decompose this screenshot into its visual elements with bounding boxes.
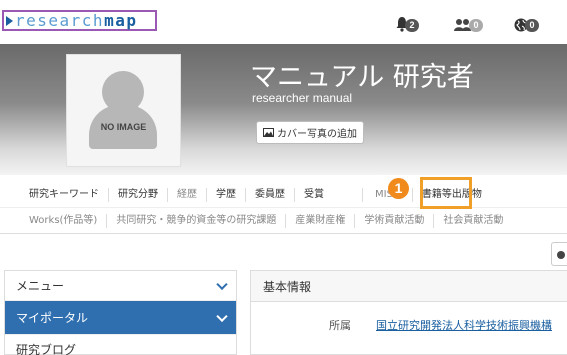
logo-text: researchmap [15, 10, 138, 30]
top-bar: researchmap 2 0 0 [0, 0, 567, 44]
tab-awards[interactable]: 受賞 [295, 187, 363, 202]
misc-highlight-box [420, 177, 472, 209]
image-icon [263, 128, 274, 137]
tab-research-areas[interactable]: 研究分野 [109, 187, 168, 202]
notification-count-badge: 2 [405, 19, 419, 32]
sidebar-item-label: 研究ブログ [16, 343, 77, 355]
affiliation-label: 所属 [329, 319, 351, 332]
add-cover-photo-label: カバー写真の追加 [277, 129, 357, 140]
tab-works[interactable]: Works(作品等) [20, 213, 108, 228]
panel-title: 基本情報 [251, 271, 567, 302]
avatar[interactable]: NO IMAGE [66, 54, 181, 167]
settings-button[interactable] [551, 242, 567, 266]
gear-icon [557, 251, 565, 259]
basic-info-panel: 基本情報 所属 国立研究開発法人科学技術振興機構 [250, 270, 567, 355]
sidebar-item-label: マイポータル [16, 311, 89, 325]
tab-patents[interactable]: 産業財産権 [286, 213, 356, 228]
globe-notification-button[interactable]: 0 [514, 12, 539, 32]
avatar-no-image-label: NO IMAGE [100, 122, 147, 132]
sidebar-item-menu[interactable]: メニュー [5, 271, 236, 301]
add-cover-photo-button[interactable]: カバー写真の追加 [256, 121, 364, 144]
affiliation-link[interactable]: 国立研究開発法人科学技術振興機構 [376, 317, 552, 333]
tab-social-contribution[interactable]: 社会貢献活動 [434, 214, 512, 228]
tab-committee[interactable]: 委員歴 [246, 187, 295, 202]
researchmap-logo[interactable]: researchmap [2, 10, 157, 31]
sidebar-item-my-portal[interactable]: マイポータル [5, 301, 236, 335]
connection-requests-button[interactable]: 0 [454, 12, 483, 32]
sidebar-item-label: メニュー [16, 279, 65, 293]
tab-career[interactable]: 経歴 [168, 187, 207, 202]
connection-count-badge: 0 [469, 19, 483, 32]
tab-education[interactable]: 学歴 [207, 187, 246, 202]
tab-academic-contribution[interactable]: 学術貢献活動 [355, 213, 435, 228]
tabs-bottom-border [0, 233, 567, 234]
researcher-name-en: researcher manual [252, 91, 353, 105]
notification-bell-button[interactable]: 2 [396, 12, 419, 32]
chevron-down-icon [216, 278, 228, 290]
logo-arrow-icon [6, 15, 13, 26]
affiliation-row: 所属 国立研究開発法人科学技術振興機構 [251, 317, 567, 335]
sidebar-item-research-blog[interactable]: 研究ブログ [5, 335, 236, 355]
sidebar: メニュー マイポータル 研究ブログ [4, 270, 237, 355]
chevron-down-icon [216, 310, 228, 322]
step-number-badge: 1 [388, 178, 409, 199]
globe-count-badge: 0 [525, 19, 539, 32]
tab-research-projects[interactable]: 共同研究・競争的資金等の研究課題 [107, 213, 287, 228]
page: researchmap 2 0 0 NO IMAGE マニュアル 研究者 res… [0, 0, 567, 355]
tab-research-keywords[interactable]: 研究キーワード [20, 187, 109, 202]
profile-tabs-row-2: Works(作品等) 共同研究・競争的資金等の研究課題 産業財産権 学術貢献活動… [20, 208, 512, 233]
researcher-name-ja: マニュアル 研究者 [250, 62, 474, 93]
